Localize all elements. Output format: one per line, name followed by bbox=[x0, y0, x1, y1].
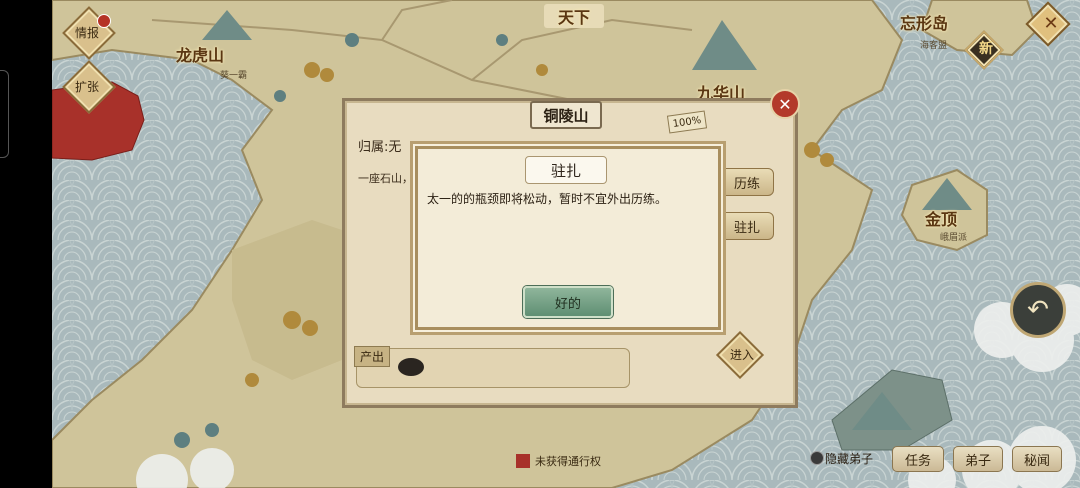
secrets-button[interactable]: 秘闻 bbox=[1012, 446, 1062, 472]
train-button[interactable]: 历练 bbox=[720, 168, 774, 196]
region-sub-wangxingdao: 海客盟 bbox=[920, 41, 948, 51]
map-title: 天下 bbox=[544, 4, 605, 28]
region-label-jinding[interactable]: 金顶 bbox=[925, 206, 957, 230]
new-badge-label: 新 bbox=[979, 41, 993, 57]
intel-alert-dot bbox=[97, 14, 111, 28]
expand-button-label[interactable]: 扩张 bbox=[62, 78, 112, 95]
owner-label: 归属: bbox=[358, 140, 389, 155]
region-label-longhushan[interactable]: 龙虎山 bbox=[176, 42, 224, 66]
ok-button[interactable]: 好的 bbox=[523, 286, 613, 318]
dialog-message: 太一的的瓶颈即将松动，暂时不宜外出历练。 bbox=[427, 192, 668, 206]
device-side-bar bbox=[0, 0, 52, 488]
cross-glyph-icon: ✕ bbox=[1043, 13, 1059, 34]
disciples-button[interactable]: 弟子 bbox=[953, 446, 1003, 472]
owner-line: 归属:无 bbox=[358, 136, 401, 155]
panel-title: 铜陵山 bbox=[530, 101, 602, 129]
legend-swatch bbox=[516, 454, 530, 468]
ore-icon[interactable] bbox=[398, 358, 424, 376]
region-label-wangxingdao[interactable]: 忘形岛 bbox=[900, 10, 948, 34]
tasks-button[interactable]: 任务 bbox=[892, 446, 944, 472]
close-icon[interactable]: ✕ bbox=[770, 89, 800, 119]
output-label: 产出 bbox=[354, 346, 391, 367]
enter-button-label[interactable]: 进入 bbox=[717, 346, 767, 363]
back-arrow-icon[interactable]: ↶ bbox=[1010, 282, 1066, 338]
region-sub-jinding: 峨眉派 bbox=[940, 233, 968, 243]
dialog-title: 驻扎 bbox=[525, 156, 607, 184]
owner-value: 无 bbox=[388, 140, 402, 155]
hidden-disciples-toggle[interactable] bbox=[810, 451, 824, 465]
hidden-disciples-label[interactable]: 隐藏弟子 bbox=[825, 450, 873, 467]
legend-text: 未获得通行权 bbox=[535, 455, 601, 468]
side-notch bbox=[0, 70, 9, 158]
station-button[interactable]: 驻扎 bbox=[720, 212, 774, 240]
region-sub-longhushan: 葵一霸 bbox=[220, 71, 248, 81]
